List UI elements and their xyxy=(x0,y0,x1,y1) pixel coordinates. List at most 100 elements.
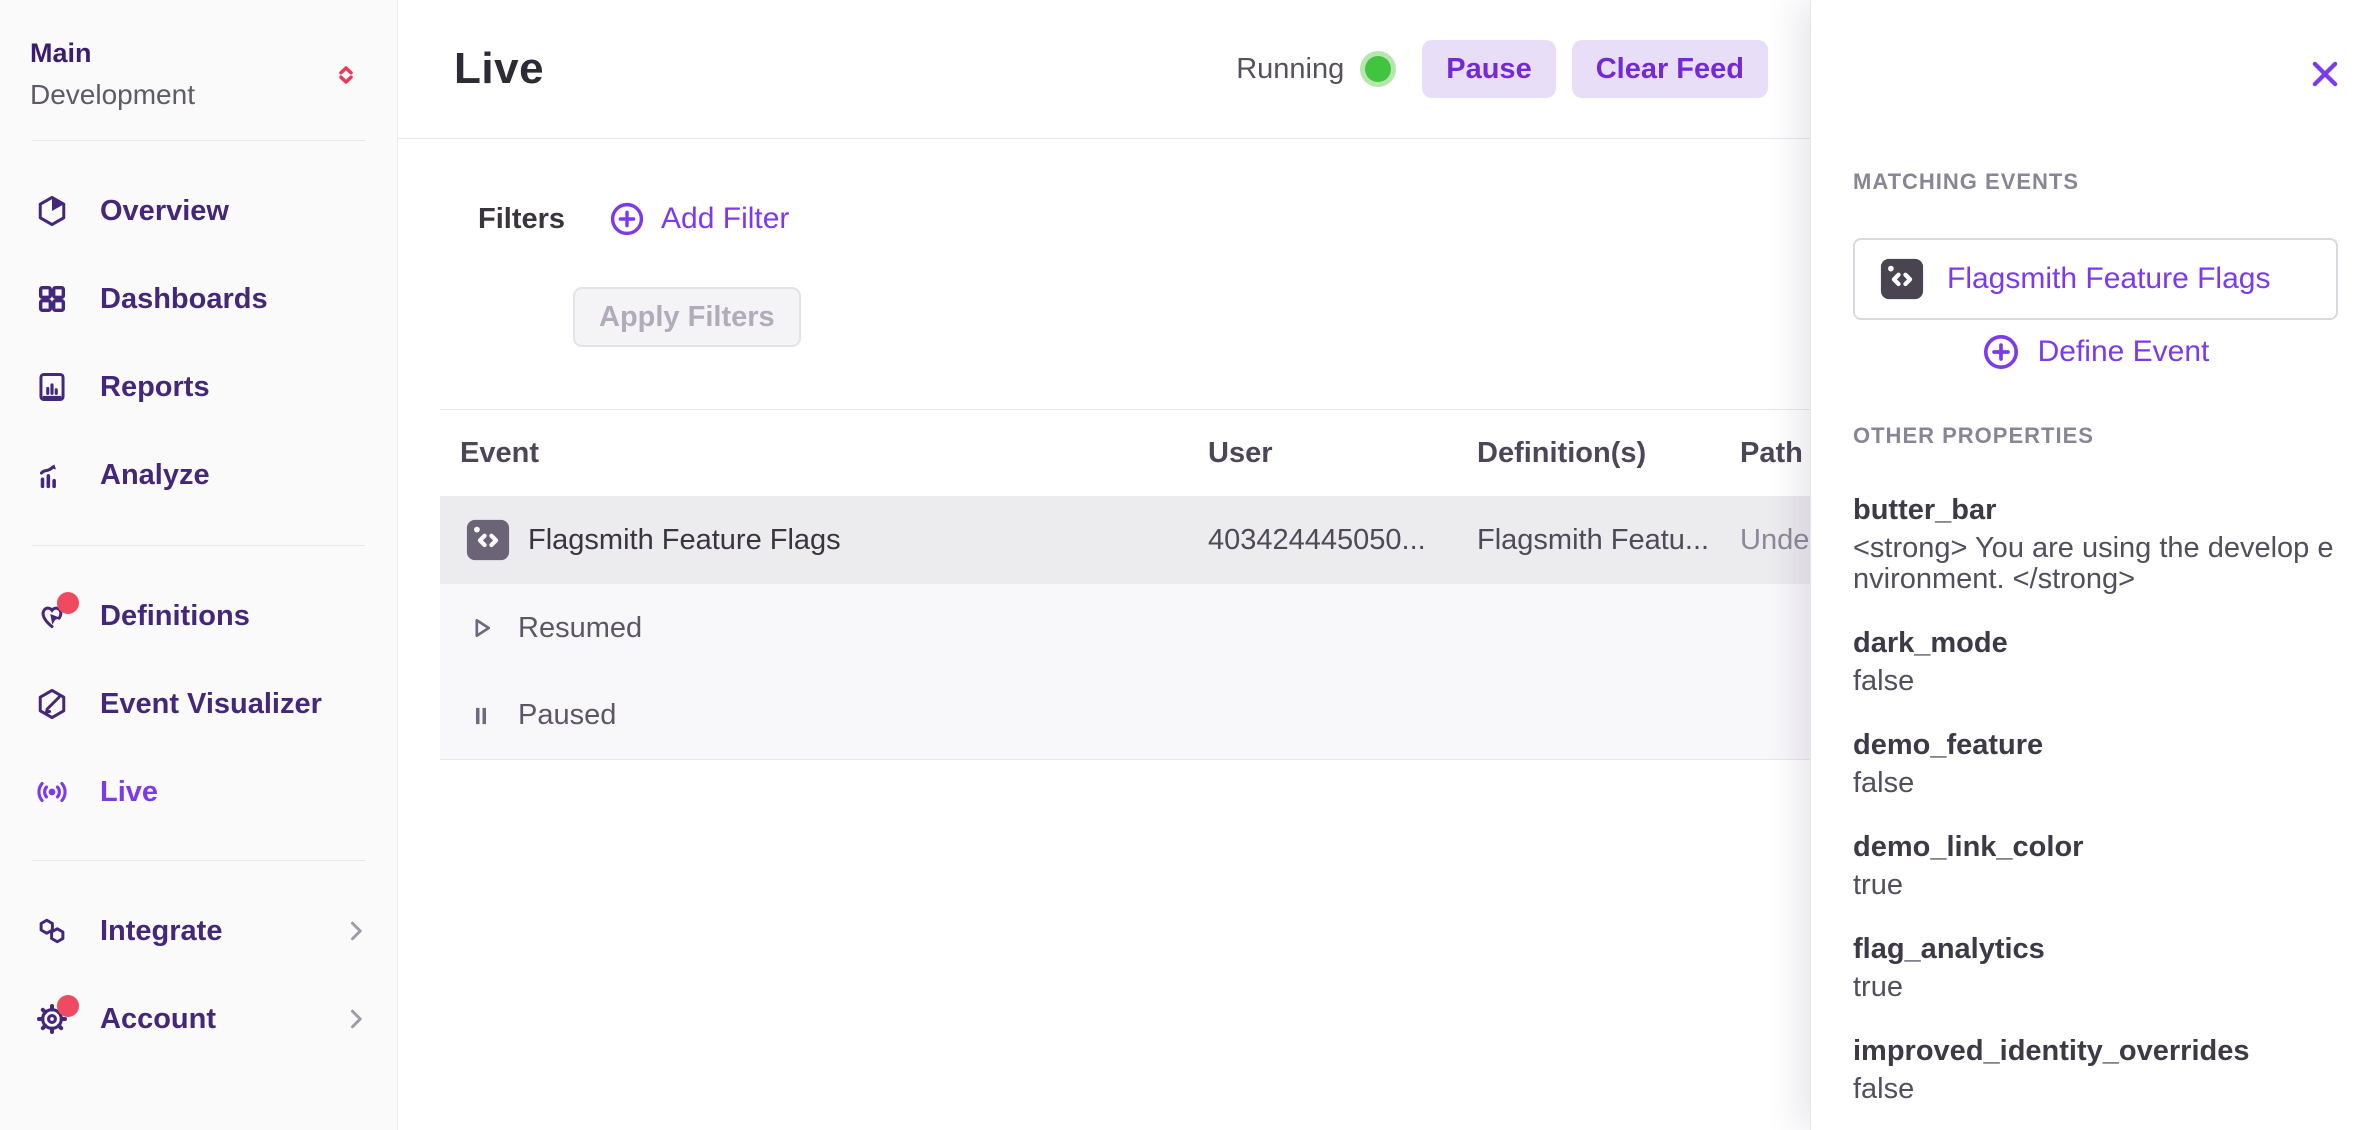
property-item: demo_feature false xyxy=(1853,727,2338,799)
workspace-switcher[interactable]: Main Development xyxy=(0,34,397,118)
property-value: false xyxy=(1853,768,2338,799)
workspace-name: Main xyxy=(30,34,331,72)
property-key: demo_feature xyxy=(1853,727,2338,763)
property-key: butter_bar xyxy=(1853,492,2338,528)
sidebar: Main Development Overview Dashboards xyxy=(0,0,398,1130)
column-header-definitions: Definition(s) xyxy=(1477,437,1740,470)
main-content: Live Running Pause Clear Feed Filters Ad… xyxy=(398,0,1810,1130)
workspace-environment: Development xyxy=(30,72,331,118)
sidebar-item-integrate[interactable]: Integrate xyxy=(0,887,397,975)
property-key: dark_mode xyxy=(1853,625,2338,661)
matching-event-card[interactable]: Flagsmith Feature Flags xyxy=(1853,238,2338,320)
sidebar-divider xyxy=(32,545,365,546)
sidebar-item-label: Reports xyxy=(100,371,210,404)
property-item: improved_identity_overrides false xyxy=(1853,1033,2338,1105)
table-header-row: Event User Definition(s) Path xyxy=(440,410,1810,496)
table-row[interactable]: Paused xyxy=(440,672,1810,760)
event-visualizer-icon xyxy=(35,687,69,721)
page-title: Live xyxy=(454,44,544,94)
app-window: Main Development Overview Dashboards xyxy=(0,0,2380,1130)
feed-status-label: Running xyxy=(1236,53,1344,86)
column-header-event: Event xyxy=(440,437,1208,470)
integrate-icon xyxy=(35,914,69,948)
live-feed-table: Event User Definition(s) Path Flagsmith … xyxy=(440,409,1810,760)
sidebar-item-account[interactable]: Account xyxy=(0,975,397,1063)
clear-feed-button[interactable]: Clear Feed xyxy=(1572,40,1768,98)
sidebar-item-reports[interactable]: Reports xyxy=(0,343,397,431)
updown-caret-icon[interactable] xyxy=(331,60,361,90)
add-filter-label: Add Filter xyxy=(661,202,789,236)
event-definitions: Flagsmith Featu... xyxy=(1477,524,1740,557)
sidebar-item-dashboards[interactable]: Dashboards xyxy=(0,255,397,343)
pause-button[interactable]: Pause xyxy=(1422,40,1555,98)
property-value: false xyxy=(1853,1074,2338,1105)
event-user: 403424445050... xyxy=(1208,524,1477,557)
sidebar-item-overview[interactable]: Overview xyxy=(0,167,397,255)
sidebar-item-live[interactable]: Live xyxy=(0,748,397,836)
sidebar-item-analyze[interactable]: Analyze xyxy=(0,431,397,519)
sidebar-item-label: Dashboards xyxy=(100,283,268,316)
play-icon xyxy=(467,614,495,642)
notification-dot xyxy=(57,995,79,1017)
define-event-button[interactable]: Define Event xyxy=(1853,330,2338,374)
sidebar-nav: Overview Dashboards Reports Analyze xyxy=(0,167,397,1063)
account-gear-icon xyxy=(35,1002,69,1036)
event-path: Unde... xyxy=(1740,524,1810,557)
column-header-path: Path xyxy=(1740,437,1810,470)
event-name: Flagsmith Feature Flags xyxy=(528,524,841,557)
running-status-dot xyxy=(1360,51,1396,87)
property-value: true xyxy=(1853,972,2338,1003)
feed-state-label: Paused xyxy=(518,699,616,732)
property-item: butter_bar <strong> You are using the de… xyxy=(1853,492,2338,595)
definitions-icon xyxy=(35,599,69,633)
property-item: flag_analytics true xyxy=(1853,931,2338,1003)
plus-circle-icon xyxy=(609,201,645,237)
sidebar-item-label: Overview xyxy=(100,195,229,228)
other-properties-heading: OTHER PROPERTIES xyxy=(1853,424,2338,448)
code-window-icon xyxy=(1879,256,1925,302)
sidebar-item-event-visualizer[interactable]: Event Visualizer xyxy=(0,660,397,748)
column-header-user: User xyxy=(1208,437,1477,470)
sidebar-item-label: Event Visualizer xyxy=(100,688,322,721)
table-row[interactable]: Resumed xyxy=(440,584,1810,672)
add-filter-button[interactable]: Add Filter xyxy=(609,201,789,237)
table-row[interactable]: Flagsmith Feature Flags 403424445050... … xyxy=(440,496,1810,584)
property-value: true xyxy=(1853,870,2338,901)
matching-event-name: Flagsmith Feature Flags xyxy=(1947,262,2270,296)
property-key: demo_link_color xyxy=(1853,829,2338,865)
property-item: dark_mode false xyxy=(1853,625,2338,697)
apply-filters-button[interactable]: Apply Filters xyxy=(573,287,801,347)
event-details-panel: MATCHING EVENTS Flagsmith Feature Flags … xyxy=(1810,0,2380,1130)
sidebar-divider xyxy=(32,860,365,861)
live-header: Live Running Pause Clear Feed xyxy=(398,0,1810,139)
live-icon xyxy=(35,775,69,809)
close-icon[interactable] xyxy=(2306,52,2350,96)
plus-circle-icon xyxy=(1982,333,2020,371)
property-value: <strong> You are using the develop envir… xyxy=(1853,533,2338,595)
filters-bar: Filters Add Filter xyxy=(398,139,1810,237)
sidebar-item-label: Account xyxy=(100,1003,216,1036)
pause-icon xyxy=(467,702,495,730)
sidebar-item-label: Analyze xyxy=(100,459,210,492)
properties-list: butter_bar <strong> You are using the de… xyxy=(1853,492,2338,1105)
sidebar-item-label: Definitions xyxy=(100,600,250,633)
overview-icon xyxy=(35,194,69,228)
dashboards-icon xyxy=(35,282,69,316)
chevron-right-icon xyxy=(341,1004,371,1034)
property-key: flag_analytics xyxy=(1853,931,2338,967)
table-body: Flagsmith Feature Flags 403424445050... … xyxy=(440,496,1810,760)
notification-dot xyxy=(57,592,79,614)
code-window-icon xyxy=(465,517,511,563)
sidebar-item-definitions[interactable]: Definitions xyxy=(0,572,397,660)
define-event-label: Define Event xyxy=(2038,335,2210,369)
reports-icon xyxy=(35,370,69,404)
property-item: demo_link_color true xyxy=(1853,829,2338,901)
property-key: improved_identity_overrides xyxy=(1853,1033,2338,1069)
sidebar-item-label: Live xyxy=(100,776,158,809)
property-value: false xyxy=(1853,666,2338,697)
sidebar-item-label: Integrate xyxy=(100,915,222,948)
analyze-icon xyxy=(35,458,69,492)
feed-state-label: Resumed xyxy=(518,612,642,645)
filters-label: Filters xyxy=(478,203,565,236)
chevron-right-icon xyxy=(341,916,371,946)
